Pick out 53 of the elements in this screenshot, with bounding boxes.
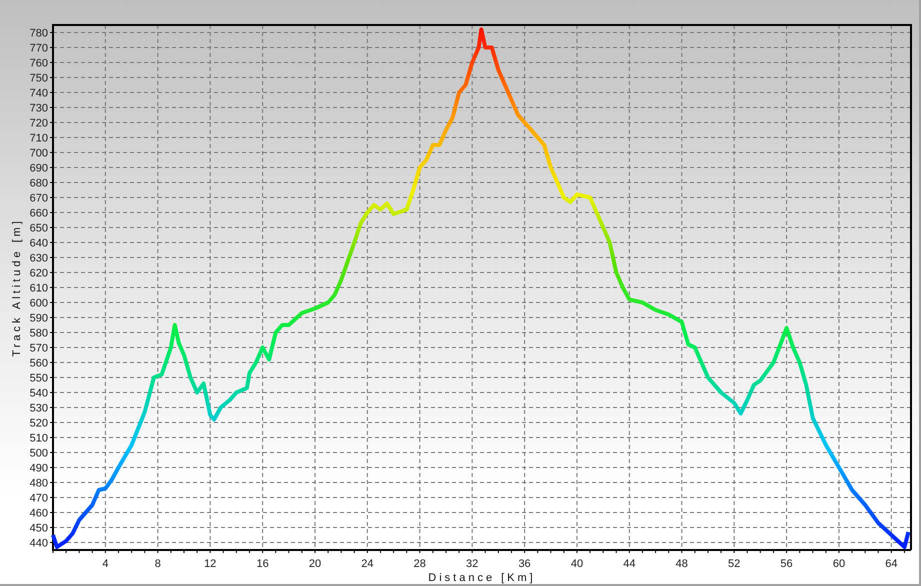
x-tick-label: 64 xyxy=(885,558,898,570)
y-tick-label: 520 xyxy=(30,418,48,430)
y-tick-label: 440 xyxy=(30,538,48,550)
x-tick-label: 56 xyxy=(780,558,793,570)
x-tick-label: 20 xyxy=(308,558,322,570)
y-tick-label: 770 xyxy=(30,42,48,54)
x-tick-label: 12 xyxy=(204,558,216,570)
x-tick-label: 4 xyxy=(102,558,108,570)
x-tick-label: 16 xyxy=(256,558,269,570)
x-tick-label: 8 xyxy=(154,558,161,570)
y-tick-label: 490 xyxy=(30,462,48,474)
y-tick-label: 460 xyxy=(30,508,48,520)
y-tick-label: 590 xyxy=(30,312,48,324)
y-tick-label: 540 xyxy=(30,388,48,400)
y-tick-label: 570 xyxy=(30,342,48,354)
y-tick-label: 760 xyxy=(30,58,48,70)
y-tick-label: 600 xyxy=(30,298,48,310)
x-axis-title: Distance [Km] xyxy=(428,572,536,584)
y-tick-label: 690 xyxy=(30,162,48,174)
y-tick-label: 640 xyxy=(30,238,48,250)
y-tick-label: 650 xyxy=(30,222,48,234)
y-tick-label: 710 xyxy=(30,132,48,144)
y-tick-label: 700 xyxy=(30,148,48,160)
x-tick-label: 52 xyxy=(728,558,740,570)
x-tick-label: 60 xyxy=(832,558,846,570)
y-tick-label: 550 xyxy=(30,372,48,384)
y-tick-label: 450 xyxy=(30,522,48,534)
y-tick-label: 780 xyxy=(30,28,48,40)
y-tick-label: 530 xyxy=(30,402,48,414)
y-tick-label: 720 xyxy=(30,118,48,130)
y-tick-label: 660 xyxy=(30,208,48,220)
y-tick-label: 670 xyxy=(30,192,48,204)
y-tick-label: 480 xyxy=(30,478,48,490)
x-tick-label: 32 xyxy=(466,558,478,570)
y-tick-label: 510 xyxy=(30,432,48,444)
y-tick-label: 680 xyxy=(30,178,48,190)
x-tick-label: 44 xyxy=(623,558,636,570)
x-tick-label: 48 xyxy=(676,558,688,570)
x-tick-label: 36 xyxy=(518,558,531,570)
y-axis-title: Track Altitude [m] xyxy=(11,218,23,357)
y-tick-label: 620 xyxy=(30,268,48,280)
y-tick-label: 610 xyxy=(30,282,48,294)
y-tick-label: 470 xyxy=(30,492,48,504)
y-tick-label: 740 xyxy=(30,88,48,100)
y-tick-label: 750 xyxy=(30,72,48,84)
y-tick-label: 560 xyxy=(30,358,48,370)
y-tick-label: 580 xyxy=(30,328,48,340)
x-tick-label: 40 xyxy=(570,558,584,570)
x-tick-label: 28 xyxy=(414,558,426,570)
y-tick-label: 630 xyxy=(30,252,48,264)
x-tick-label: 24 xyxy=(361,558,374,570)
y-tick-label: 730 xyxy=(30,102,48,114)
y-tick-label: 500 xyxy=(30,448,48,460)
